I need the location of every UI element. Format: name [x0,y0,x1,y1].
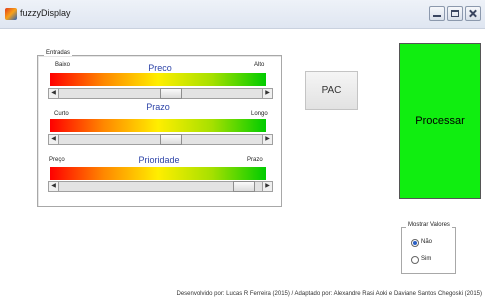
preco-low-label: Baixo [55,62,71,68]
prazo-title: Prazo [146,102,170,112]
radio-sim[interactable] [411,256,419,264]
prioridade-slider[interactable]: ◀ ▶ [48,181,273,192]
window-controls [429,6,481,21]
close-icon[interactable] [465,6,481,21]
mostrar-valores-legend: Mostrar Valores [406,222,452,228]
prazo-slider-thumb[interactable] [159,134,182,145]
app-icon [5,8,17,20]
pac-button[interactable]: PAC [305,71,358,110]
mostrar-valores-panel [401,227,456,274]
prioridade-title: Prioridade [138,155,180,165]
preco-title: Preco [148,63,172,73]
chevron-left-icon[interactable]: ◀ [49,135,59,144]
chevron-left-icon[interactable]: ◀ [49,89,59,98]
processar-button[interactable]: Processar [399,43,481,199]
title-bar: fuzzyDisplay [0,0,485,29]
preco-gradient [50,73,266,86]
prioridade-low-label: Preço [49,157,65,163]
prioridade-slider-thumb[interactable] [232,181,255,192]
chevron-right-icon[interactable]: ▶ [262,182,272,191]
minimize-icon[interactable] [429,6,445,21]
prioridade-high-label: Prazo [247,157,263,163]
prioridade-gradient [50,167,266,180]
prazo-gradient [50,119,266,132]
preco-high-label: Alto [254,62,265,68]
window-title: fuzzyDisplay [20,8,71,18]
preco-slider-thumb[interactable] [159,88,182,99]
prazo-low-label: Curto [54,111,69,117]
radio-nao[interactable] [411,239,419,247]
entradas-legend: Entradas [44,50,73,56]
chevron-right-icon[interactable]: ▶ [262,135,272,144]
radio-nao-label: Não [421,239,433,245]
credits-footer: Desenvolvido por: Lucas R Ferreira (2015… [176,291,482,297]
radio-sim-label: Sim [421,256,432,262]
chevron-right-icon[interactable]: ▶ [262,89,272,98]
prazo-high-label: Longo [251,111,268,117]
chevron-left-icon[interactable]: ◀ [49,182,59,191]
preco-slider[interactable]: ◀ ▶ [48,88,273,99]
maximize-icon[interactable] [447,6,463,21]
prazo-slider[interactable]: ◀ ▶ [48,134,273,145]
